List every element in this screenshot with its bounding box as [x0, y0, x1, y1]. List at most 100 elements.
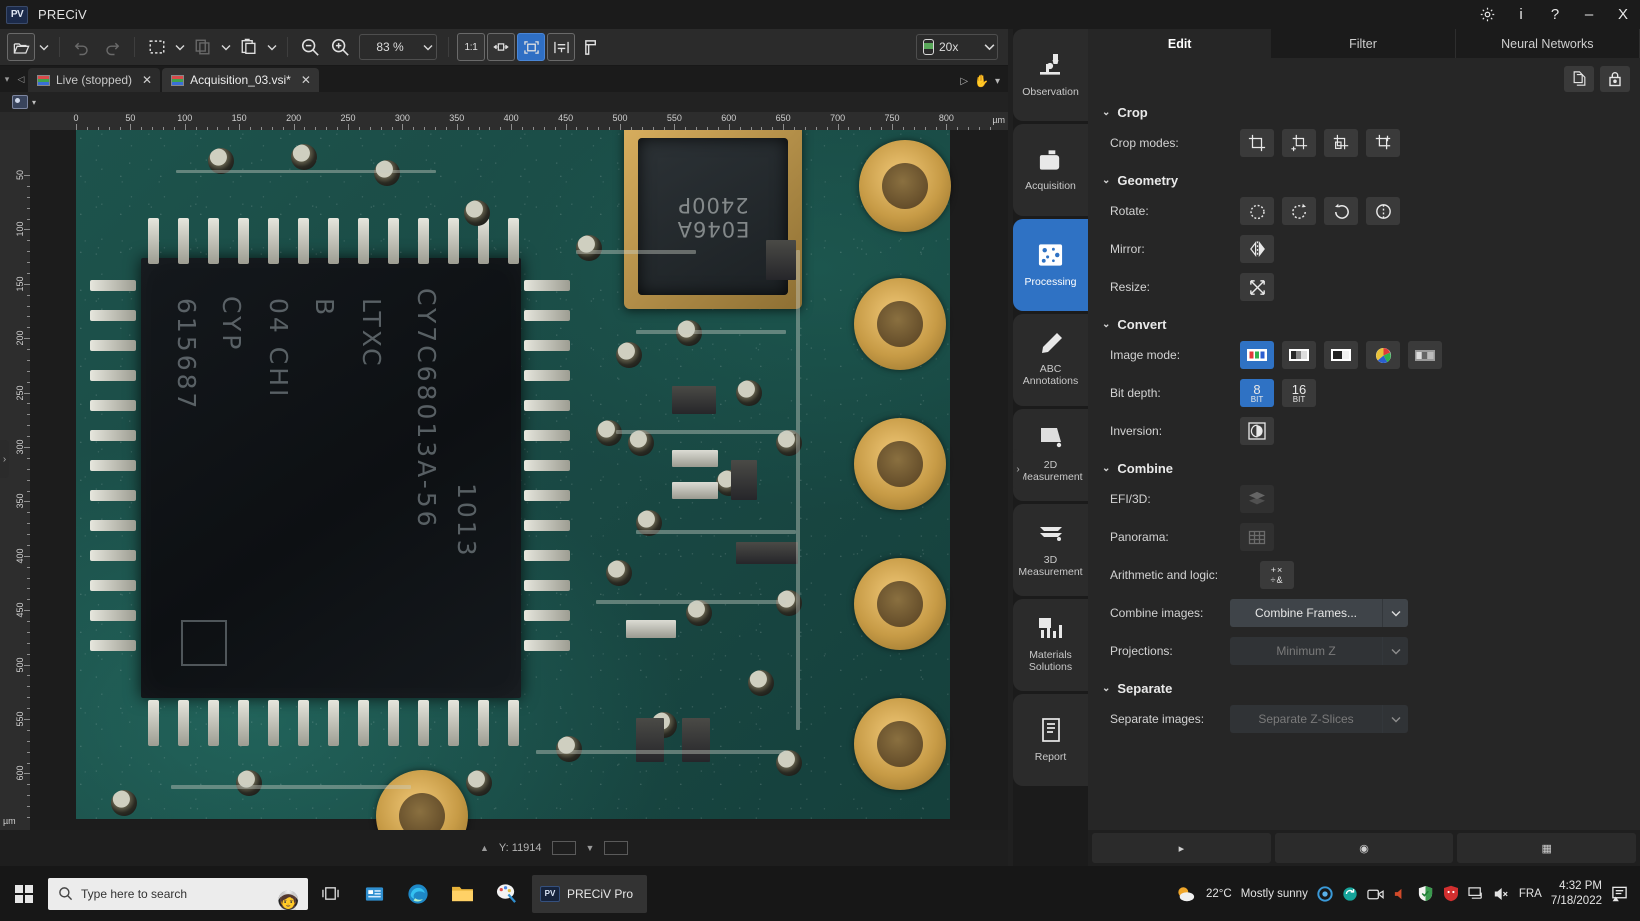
- paste-dropdown[interactable]: [264, 33, 280, 61]
- section-header-geometry[interactable]: ⌄ Geometry: [1088, 162, 1640, 192]
- rotate-free-button[interactable]: [1240, 197, 1274, 225]
- projections-combo[interactable]: Minimum Z: [1230, 637, 1408, 665]
- panel-footer-button-1[interactable]: ▸: [1092, 833, 1271, 863]
- resize-button[interactable]: [1240, 273, 1274, 301]
- panel-footer-button-2[interactable]: ◉: [1275, 833, 1454, 863]
- image-canvas[interactable]: E046A 2400P CY7C68013A-56 LTXC B 04 CHI …: [30, 130, 1008, 830]
- copy-button[interactable]: [189, 33, 217, 61]
- weather-temperature[interactable]: 22°C: [1206, 888, 1232, 900]
- mirror-horizontal-button[interactable]: [1240, 235, 1274, 263]
- panorama-button[interactable]: [1240, 523, 1274, 551]
- sidebar-item-2d-measurement[interactable]: 2D Measurement: [1013, 409, 1088, 501]
- crop-rectangle-button[interactable]: [1240, 129, 1274, 157]
- paint-icon[interactable]: [484, 866, 528, 921]
- tab-close-icon[interactable]: ✕: [301, 73, 311, 87]
- clock[interactable]: 4:32 PM 7/18/2022: [1551, 879, 1602, 908]
- tab-filter[interactable]: Filter: [1271, 29, 1455, 58]
- chevron-down-icon[interactable]: [1382, 637, 1408, 665]
- tab-scroll-left-icon[interactable]: ◁: [14, 66, 28, 92]
- volume-muted-icon[interactable]: [1494, 887, 1510, 901]
- lock-icon[interactable]: [1600, 66, 1630, 92]
- chevron-down-icon[interactable]: [1382, 705, 1408, 733]
- section-header-combine[interactable]: ⌄ Combine: [1088, 450, 1640, 480]
- open-file-dropdown[interactable]: [36, 33, 52, 61]
- settings-icon[interactable]: [1470, 0, 1504, 29]
- chevron-down-icon[interactable]: [1382, 599, 1408, 627]
- zoom-1to1-button[interactable]: 1:1: [457, 33, 485, 61]
- fit-page-button[interactable]: [517, 33, 545, 61]
- tab-acquisition-03[interactable]: Acquisition_03.vsi* ✕: [162, 68, 319, 92]
- image-mode-palette-button[interactable]: [1408, 341, 1442, 369]
- pcb-image[interactable]: E046A 2400P CY7C68013A-56 LTXC B 04 CHI …: [76, 130, 950, 819]
- rotate-180-button[interactable]: [1366, 197, 1400, 225]
- bit-depth-16-button[interactable]: 16 BIT: [1282, 379, 1316, 407]
- image-view-mode-dropdown[interactable]: ▾: [32, 98, 36, 107]
- tab-live-stopped[interactable]: Live (stopped) ✕: [28, 68, 160, 92]
- file-explorer-icon[interactable]: [440, 866, 484, 921]
- objective-dropdown-arrow[interactable]: [981, 33, 997, 61]
- weather-description[interactable]: Mostly sunny: [1241, 888, 1308, 900]
- sidebar-item-report[interactable]: Report: [1013, 694, 1088, 786]
- image-mode-color-wheel-button[interactable]: [1366, 341, 1400, 369]
- section-header-crop[interactable]: ⌄ Crop: [1088, 94, 1640, 124]
- selection-tool-button[interactable]: [143, 33, 171, 61]
- camera-tray-icon[interactable]: [1367, 887, 1384, 901]
- tab-edit[interactable]: Edit: [1088, 29, 1271, 58]
- section-header-convert[interactable]: ⌄ Convert: [1088, 306, 1640, 336]
- panel-footer-button-3[interactable]: ▦: [1457, 833, 1636, 863]
- invert-button[interactable]: [1240, 417, 1274, 445]
- store-icon[interactable]: [352, 866, 396, 921]
- windows-security-icon[interactable]: [1417, 885, 1434, 902]
- language-indicator[interactable]: FRA: [1519, 888, 1542, 900]
- network-icon[interactable]: [1468, 886, 1485, 901]
- fit-selection-button[interactable]: [547, 33, 575, 61]
- minimize-button[interactable]: –: [1572, 0, 1606, 29]
- scroll-tool-button[interactable]: [577, 33, 605, 61]
- redo-button[interactable]: [98, 33, 126, 61]
- start-button[interactable]: [0, 866, 48, 921]
- status-scroll-down-icon[interactable]: ▼: [586, 843, 595, 853]
- onedrive-sync-icon[interactable]: [1342, 886, 1358, 902]
- crop-to-document-button[interactable]: [1324, 129, 1358, 157]
- zoom-in-button[interactable]: [326, 33, 354, 61]
- tab-overflow-icon[interactable]: ▾: [995, 76, 1000, 87]
- image-view-mode-icon[interactable]: [12, 95, 28, 109]
- combine-images-combo[interactable]: Combine Frames...: [1230, 599, 1408, 627]
- separate-images-combo[interactable]: Separate Z-Slices: [1230, 705, 1408, 733]
- info-icon[interactable]: i: [1504, 0, 1538, 29]
- sidebar-item-materials-solutions[interactable]: Materials Solutions: [1013, 599, 1088, 691]
- tab-neural-networks[interactable]: Neural Networks: [1456, 29, 1640, 58]
- rotate-cw-90-button[interactable]: [1282, 197, 1316, 225]
- taskbar-app-preciv-pro[interactable]: PV PRECiV Pro: [532, 875, 647, 913]
- zoom-out-button[interactable]: [296, 33, 324, 61]
- sidebar-item-processing[interactable]: Processing: [1013, 219, 1088, 311]
- status-scroll-up-icon[interactable]: ▲: [480, 843, 489, 853]
- undo-button[interactable]: [68, 33, 96, 61]
- tab-scroll-right-icon[interactable]: ▷: [960, 76, 968, 87]
- copy-dropdown[interactable]: [218, 33, 234, 61]
- sidebar-item-acquisition[interactable]: Acquisition: [1013, 124, 1088, 216]
- search-input[interactable]: Type here to search 🧑‍🚀: [48, 878, 308, 910]
- image-mode-rgb-button[interactable]: [1240, 341, 1274, 369]
- sidebar-item-observation[interactable]: Observation: [1013, 29, 1088, 121]
- crop-expand-button[interactable]: [1366, 129, 1400, 157]
- section-header-separate[interactable]: ⌄ Separate: [1088, 670, 1640, 700]
- close-button[interactable]: X: [1606, 0, 1640, 29]
- left-panel-expand-handle[interactable]: ›: [0, 440, 9, 478]
- tab-list-menu-icon[interactable]: ▾: [0, 66, 14, 92]
- task-view-icon[interactable]: [308, 866, 352, 921]
- image-mode-gray-button[interactable]: [1282, 341, 1316, 369]
- crop-auto-button[interactable]: [1282, 129, 1316, 157]
- copy-settings-icon[interactable]: [1564, 66, 1594, 92]
- image-mode-binary-button[interactable]: [1324, 341, 1358, 369]
- zoom-level-combo[interactable]: 83 %: [359, 34, 437, 60]
- sidebar-item-3d-measurement[interactable]: 3D Measurement: [1013, 504, 1088, 596]
- bit-depth-8-button[interactable]: 8 BIT: [1240, 379, 1274, 407]
- sidebar-item-annotations[interactable]: ABC Annotations: [1013, 314, 1088, 406]
- edge-icon[interactable]: [396, 866, 440, 921]
- pan-hand-icon[interactable]: ✋: [974, 74, 989, 88]
- paste-button[interactable]: [235, 33, 263, 61]
- efi-3d-button[interactable]: [1240, 485, 1274, 513]
- volume-warning-icon[interactable]: [1393, 887, 1408, 901]
- tab-close-icon[interactable]: ✕: [142, 73, 152, 87]
